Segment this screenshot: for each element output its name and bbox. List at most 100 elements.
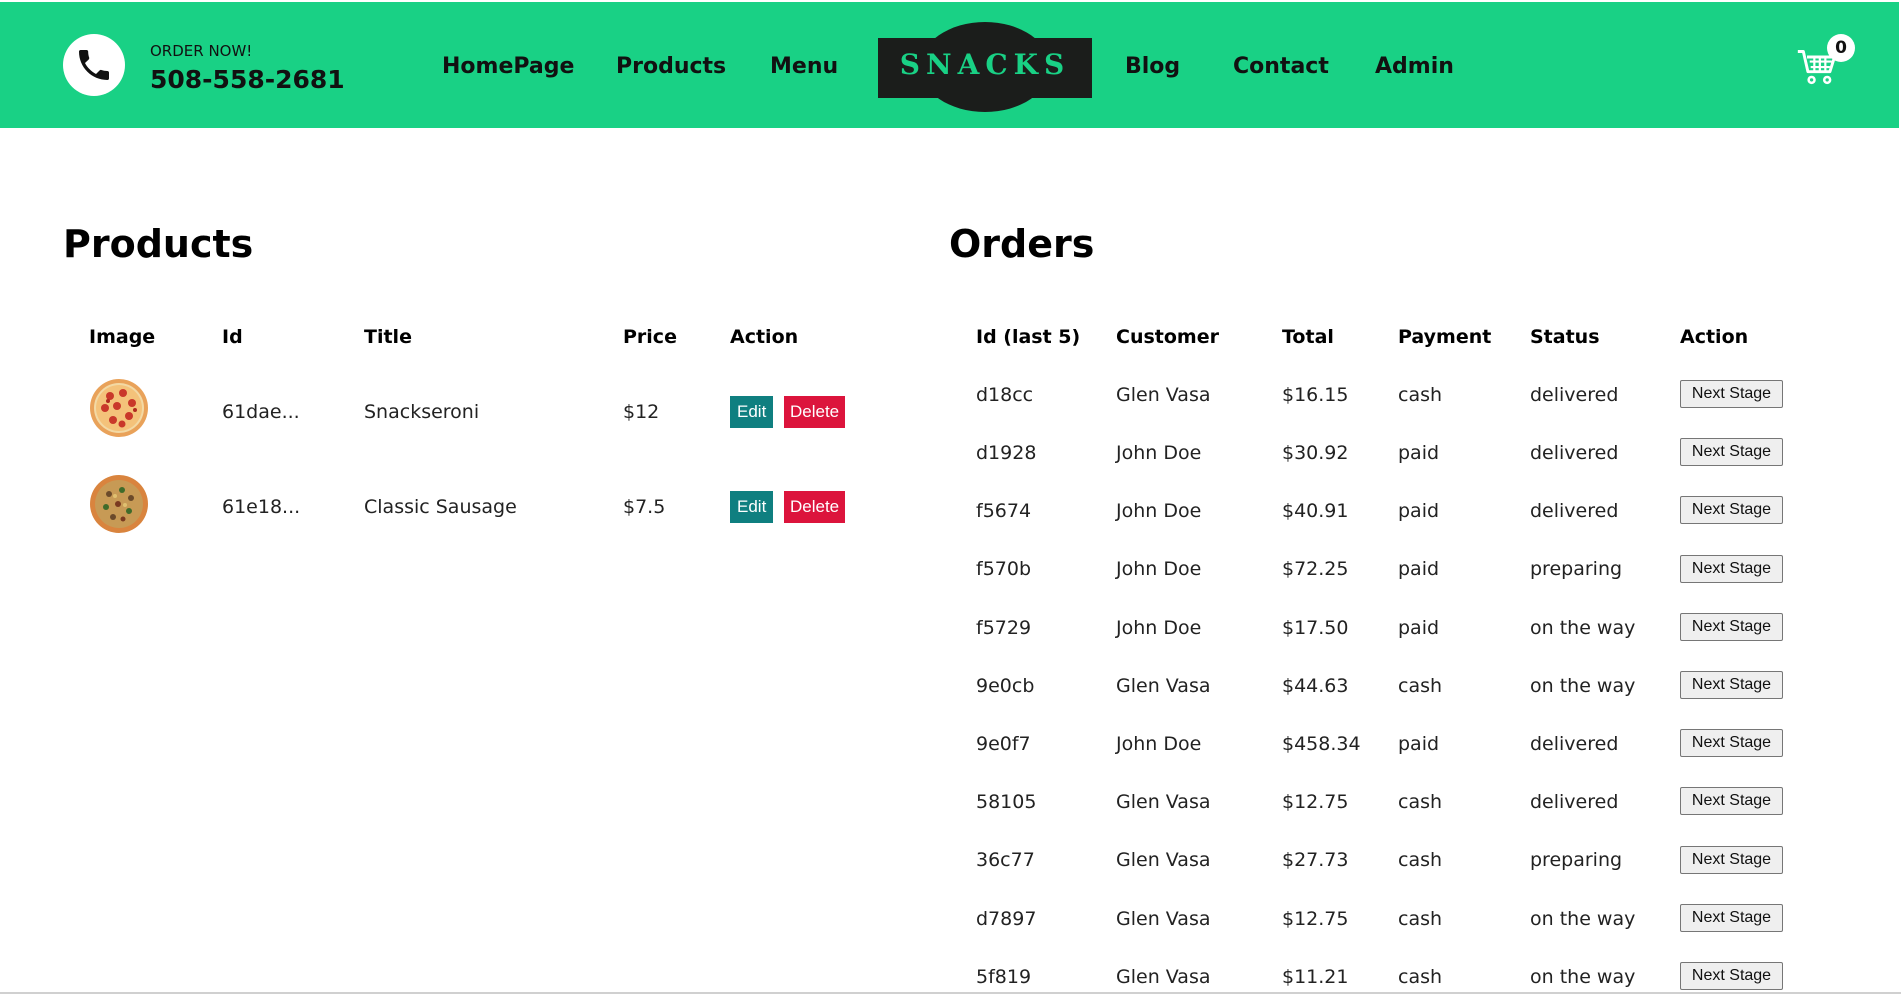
- order-status: delivered: [1530, 733, 1619, 755]
- orders-col-payment: Payment: [1398, 326, 1492, 348]
- order-id: f570b: [976, 558, 1032, 580]
- nav-link-products[interactable]: Products: [616, 54, 726, 79]
- next-stage-button[interactable]: Next Stage: [1680, 962, 1783, 990]
- orders-col-customer: Customer: [1116, 326, 1219, 348]
- order-customer: Glen Vasa: [1116, 849, 1211, 871]
- order-id: 36c77: [976, 849, 1035, 871]
- pepperoni-pizza-image: [90, 379, 148, 437]
- order-status: delivered: [1530, 500, 1619, 522]
- orders-col-status: Status: [1530, 326, 1600, 348]
- order-customer: John Doe: [1116, 500, 1202, 522]
- product-price: $7.5: [623, 496, 666, 518]
- nav-link-homepage[interactable]: HomePage: [442, 54, 574, 79]
- order-total: $11.21: [1282, 966, 1349, 988]
- nav-link-menu[interactable]: Menu: [770, 54, 838, 79]
- products-col-price: Price: [623, 326, 677, 348]
- next-stage-button[interactable]: Next Stage: [1680, 729, 1783, 757]
- order-total: $12.75: [1282, 791, 1349, 813]
- phone-number: 508-558-2681: [150, 65, 345, 94]
- next-stage-button[interactable]: Next Stage: [1680, 555, 1783, 583]
- order-id: 9e0cb: [976, 675, 1035, 697]
- order-total: $17.50: [1282, 617, 1349, 639]
- product-title: Snackseroni: [364, 401, 480, 423]
- order-payment: paid: [1398, 500, 1440, 522]
- order-total: $44.63: [1282, 675, 1349, 697]
- order-id: d18cc: [976, 384, 1034, 406]
- order-total: $458.34: [1282, 733, 1361, 755]
- order-customer: Glen Vasa: [1116, 384, 1211, 406]
- products-col-action: Action: [730, 326, 799, 348]
- order-status: delivered: [1530, 442, 1619, 464]
- phone-call-button[interactable]: [63, 34, 125, 96]
- orders-col-action: Action: [1680, 326, 1749, 348]
- next-stage-button[interactable]: Next Stage: [1680, 496, 1783, 524]
- order-payment: paid: [1398, 617, 1440, 639]
- order-id: d7897: [976, 908, 1037, 930]
- order-payment: paid: [1398, 442, 1440, 464]
- nav-link-contact[interactable]: Contact: [1233, 54, 1329, 79]
- order-customer: Glen Vasa: [1116, 966, 1211, 988]
- product-title: Classic Sausage: [364, 496, 517, 518]
- order-payment: paid: [1398, 558, 1440, 580]
- order-customer: Glen Vasa: [1116, 675, 1211, 697]
- edit-product-button[interactable]: Edit: [730, 491, 774, 523]
- order-id: 9e0f7: [976, 733, 1031, 755]
- order-status: on the way: [1530, 617, 1636, 639]
- order-customer: Glen Vasa: [1116, 791, 1211, 813]
- products-col-id: Id: [222, 326, 243, 348]
- order-total: $27.73: [1282, 849, 1349, 871]
- next-stage-button[interactable]: Next Stage: [1680, 846, 1783, 874]
- navbar: ORDER NOW! 508-558-2681 HomePage Product…: [0, 2, 1899, 128]
- phone-icon: [79, 50, 109, 80]
- nav-link-blog[interactable]: Blog: [1125, 54, 1180, 79]
- order-total: $12.75: [1282, 908, 1349, 930]
- order-status: on the way: [1530, 908, 1636, 930]
- sausage-pizza-image: [90, 475, 148, 533]
- order-total: $16.15: [1282, 384, 1349, 406]
- order-now-label: ORDER NOW!: [150, 42, 253, 60]
- order-customer: John Doe: [1116, 733, 1202, 755]
- order-customer: John Doe: [1116, 558, 1202, 580]
- nav-link-admin[interactable]: Admin: [1375, 54, 1454, 79]
- orders-title: Orders: [949, 222, 1095, 266]
- order-id: d1928: [976, 442, 1037, 464]
- order-status: on the way: [1530, 675, 1636, 697]
- order-payment: paid: [1398, 733, 1440, 755]
- next-stage-button[interactable]: Next Stage: [1680, 787, 1783, 815]
- product-id: 61dae...: [222, 401, 300, 423]
- order-customer: John Doe: [1116, 617, 1202, 639]
- order-payment: cash: [1398, 384, 1443, 406]
- order-status: preparing: [1530, 849, 1623, 871]
- product-price: $12: [623, 401, 660, 423]
- order-payment: cash: [1398, 791, 1443, 813]
- orders-col-total: Total: [1282, 326, 1334, 348]
- order-status: preparing: [1530, 558, 1623, 580]
- orders-col-id: Id (last 5): [976, 326, 1081, 348]
- order-id: 58105: [976, 791, 1037, 813]
- products-title: Products: [63, 222, 254, 266]
- next-stage-button[interactable]: Next Stage: [1680, 671, 1783, 699]
- order-payment: cash: [1398, 966, 1443, 988]
- order-total: $40.91: [1282, 500, 1349, 522]
- order-total: $30.92: [1282, 442, 1349, 464]
- delete-product-button[interactable]: Delete: [784, 491, 846, 523]
- products-col-image: Image: [89, 326, 156, 348]
- order-id: 5f819: [976, 966, 1032, 988]
- delete-product-button[interactable]: Delete: [784, 396, 846, 428]
- product-id: 61e18...: [222, 496, 301, 518]
- next-stage-button[interactable]: Next Stage: [1680, 438, 1783, 466]
- logo-text: SNACKS: [899, 48, 1071, 81]
- next-stage-button[interactable]: Next Stage: [1680, 613, 1783, 641]
- products-col-title: Title: [364, 326, 412, 348]
- order-payment: cash: [1398, 908, 1443, 930]
- cart-count-badge: 0: [1827, 34, 1855, 62]
- next-stage-button[interactable]: Next Stage: [1680, 904, 1783, 932]
- cart-button[interactable]: 0: [1796, 34, 1856, 90]
- next-stage-button[interactable]: Next Stage: [1680, 380, 1783, 408]
- order-id: f5729: [976, 617, 1032, 639]
- order-payment: cash: [1398, 675, 1443, 697]
- order-id: f5674: [976, 500, 1032, 522]
- edit-product-button[interactable]: Edit: [730, 396, 774, 428]
- order-total: $72.25: [1282, 558, 1349, 580]
- snacks-logo[interactable]: SNACKS: [878, 22, 1092, 112]
